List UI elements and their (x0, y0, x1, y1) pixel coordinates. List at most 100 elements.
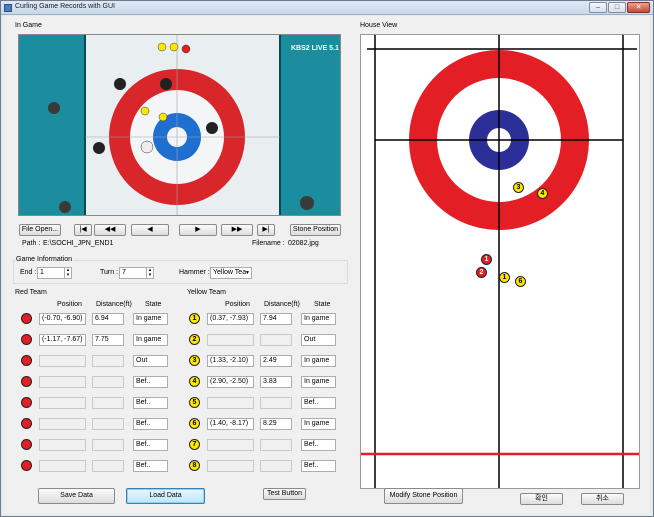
yellow-stone-marker: 1 (189, 313, 200, 324)
cancel-button[interactable]: 취소 (581, 493, 624, 505)
red-team-title: Red Team (15, 289, 47, 296)
yellow-distance-field[interactable] (260, 460, 292, 472)
file-open-button[interactable]: File Open... (19, 224, 61, 236)
yellow-state-field[interactable]: In game (301, 313, 336, 325)
yellow-distance-field[interactable]: 7.94 (260, 313, 292, 325)
red-distance-header: Distance(ft) (96, 301, 132, 308)
red-position-field[interactable]: (-1.17, -7.67) (39, 334, 86, 346)
yellow-position-field[interactable]: (1.40, -8.17) (207, 418, 254, 430)
yellow-position-field[interactable] (207, 460, 254, 472)
first-frame-button[interactable]: |◀ (74, 224, 92, 236)
red-position-field[interactable] (39, 460, 86, 472)
hammer-select[interactable]: Yellow Tea ▼ (210, 267, 252, 279)
hammer-label: Hammer : (179, 269, 210, 276)
red-position-header: Position (57, 301, 82, 308)
save-data-button[interactable]: Save Data (38, 488, 115, 504)
red-position-field[interactable]: (-0.70, -6.90) (39, 313, 86, 325)
red-position-field[interactable] (39, 376, 86, 388)
filename-value: 02082.jpg (288, 240, 319, 247)
ok-button[interactable]: 확인 (520, 493, 563, 505)
red-distance-field[interactable]: 7.75 (92, 334, 124, 346)
yellow-distance-field[interactable] (260, 397, 292, 409)
red-state-header: State (145, 301, 162, 308)
path-label: Path : (22, 240, 41, 247)
maximize-button[interactable]: □ (608, 2, 626, 13)
load-data-button[interactable]: Load Data (126, 488, 205, 504)
forward-button[interactable]: ▶▶ (221, 224, 253, 236)
broadcast-logo: KBS2 LIVE 5.1 (291, 45, 339, 52)
red-position-field[interactable] (39, 355, 86, 367)
broadcast-image (19, 35, 340, 215)
yellow-state-header: State (314, 301, 331, 308)
turn-input[interactable]: 7 ▴ ▾ (119, 267, 154, 279)
red-state-field[interactable]: Out (133, 355, 168, 367)
path-value: E:\SOCHI_JPN_END1 (43, 240, 114, 247)
yellow-house-stone[interactable]: 3 (513, 182, 524, 193)
end-label: End : (20, 269, 37, 276)
red-distance-field[interactable] (92, 397, 124, 409)
red-state-field[interactable]: Bef.. (133, 376, 168, 388)
red-house-stone[interactable]: 2 (476, 267, 487, 278)
yellow-distance-field[interactable] (260, 334, 292, 346)
yellow-stone-marker: 7 (189, 439, 200, 450)
stone-position-button[interactable]: Stone Position (290, 224, 341, 236)
yellow-state-field[interactable]: Bef.. (301, 397, 336, 409)
red-distance-field[interactable] (92, 355, 124, 367)
yellow-state-field[interactable]: In game (301, 418, 336, 430)
red-state-field[interactable]: Bef.. (133, 397, 168, 409)
yellow-position-field[interactable]: (1.33, -2.10) (207, 355, 254, 367)
yellow-stone-marker: 4 (189, 376, 200, 387)
prev-frame-button[interactable]: ◀ (131, 224, 169, 236)
red-distance-field[interactable] (92, 460, 124, 472)
yellow-state-field[interactable]: In game (301, 355, 336, 367)
yellow-state-field[interactable]: Out (301, 334, 336, 346)
red-state-field[interactable]: In game (133, 313, 168, 325)
red-house-stone[interactable]: 1 (481, 254, 492, 265)
yellow-position-field[interactable] (207, 439, 254, 451)
house-view-title: House View (360, 22, 398, 29)
red-state-field[interactable]: In game (133, 334, 168, 346)
turn-label: Turn : (100, 269, 119, 276)
minimize-button[interactable]: – (589, 2, 607, 13)
yellow-house-stone[interactable]: 4 (537, 188, 548, 199)
game-information-title: Game Information (15, 256, 74, 263)
red-position-field[interactable] (39, 418, 86, 430)
yellow-position-field[interactable]: (2.90, -2.50) (207, 376, 254, 388)
in-game-title: In Game (15, 22, 42, 29)
yellow-house-stone[interactable]: 1 (499, 272, 510, 283)
yellow-distance-field[interactable]: 3.83 (260, 376, 292, 388)
yellow-state-field[interactable]: In game (301, 376, 336, 388)
red-position-field[interactable] (39, 439, 86, 451)
rewind-button[interactable]: ◀◀ (94, 224, 126, 236)
yellow-state-field[interactable]: Bef.. (301, 439, 336, 451)
yellow-position-field[interactable] (207, 334, 254, 346)
yellow-distance-field[interactable] (260, 439, 292, 451)
red-position-field[interactable] (39, 397, 86, 409)
red-state-field[interactable]: Bef.. (133, 460, 168, 472)
yellow-house-stone[interactable]: 6 (515, 276, 526, 287)
turn-spinner[interactable]: ▴ ▾ (146, 268, 153, 278)
end-spinner[interactable]: ▴ ▾ (64, 268, 71, 278)
yellow-stone-marker: 6 (189, 418, 200, 429)
yellow-state-field[interactable]: Bef.. (301, 460, 336, 472)
red-state-field[interactable]: Bef.. (133, 418, 168, 430)
yellow-distance-field[interactable]: 8.29 (260, 418, 292, 430)
red-distance-field[interactable] (92, 418, 124, 430)
yellow-distance-field[interactable]: 2.49 (260, 355, 292, 367)
app-window: Curling Game Records with GUI – □ ✕ In G… (0, 0, 654, 517)
last-frame-button[interactable]: ▶| (257, 224, 275, 236)
test-button[interactable]: Test Button (263, 488, 306, 500)
yellow-distance-header: Distance(ft) (264, 301, 300, 308)
play-button[interactable]: ▶ (179, 224, 217, 236)
yellow-position-field[interactable] (207, 397, 254, 409)
close-button[interactable]: ✕ (627, 2, 650, 13)
red-distance-field[interactable] (92, 376, 124, 388)
app-icon (4, 4, 12, 12)
yellow-position-field[interactable]: (0.37, -7.93) (207, 313, 254, 325)
red-stone-marker (21, 418, 32, 429)
modify-stone-position-button[interactable]: Modify Stone Position (384, 488, 463, 504)
red-state-field[interactable]: Bef.. (133, 439, 168, 451)
end-input[interactable]: 1 ▴ ▾ (37, 267, 72, 279)
red-distance-field[interactable] (92, 439, 124, 451)
red-distance-field[interactable]: 6.94 (92, 313, 124, 325)
